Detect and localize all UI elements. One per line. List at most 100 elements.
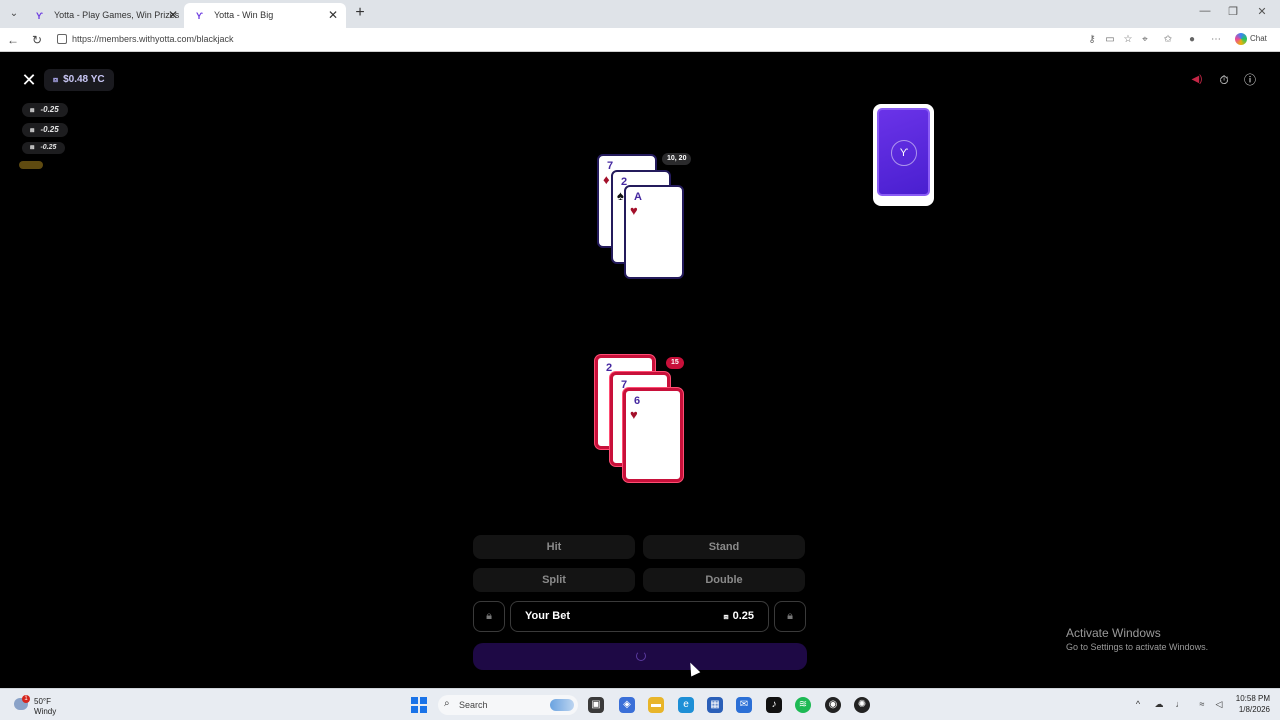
history-value: -0.25 <box>40 144 57 151</box>
search-icon: ⌕ <box>444 698 450 709</box>
tab-title: Yotta - Win Big <box>214 10 274 20</box>
history-entry: ⧈ -0.25 <box>22 103 68 117</box>
browser-tab-yotta-win-big[interactable]: ϒ Yotta - Win Big ✕ <box>184 3 346 28</box>
card-deck: ϒ <box>873 104 934 206</box>
site-info-icon[interactable] <box>57 34 67 44</box>
bet-increase-lock-icon[interactable]: 🔒︎ <box>774 601 806 632</box>
address-bar: ← ↻ https://members.withyotta.com/blackj… <box>0 28 1280 52</box>
search-highlight-icon <box>550 699 574 711</box>
notification-badge: 1 <box>22 695 30 703</box>
double-button[interactable]: Double <box>643 568 805 592</box>
speaker-muted-icon[interactable]: ◀) <box>1188 71 1206 89</box>
copilot-chat-button[interactable]: Chat <box>1235 33 1275 47</box>
split-button[interactable]: Split <box>473 568 635 592</box>
card-rank: A <box>634 191 642 203</box>
browser-tab-yotta-prizes[interactable]: ϒ Yotta - Play Games, Win Prizes ✕ <box>24 3 186 28</box>
tab-close-icon[interactable]: ✕ <box>326 8 340 22</box>
info-icon[interactable]: ⓘ <box>1241 71 1259 89</box>
bet-label: Your Bet <box>525 610 571 622</box>
diamond-suit-icon: ♦ <box>603 172 610 187</box>
game-app-icon[interactable]: ◉ <box>825 697 841 713</box>
tiktok-icon[interactable]: ♪ <box>766 697 782 713</box>
profile-icon[interactable]: ● <box>1185 33 1199 47</box>
weather-widget[interactable]: 1 50°F Windy <box>12 694 72 716</box>
card-rank: 6 <box>634 395 641 407</box>
timer-icon[interactable]: ⏱ <box>1215 71 1233 89</box>
location-icon[interactable]: ⌖ <box>1138 33 1152 47</box>
microphone-icon[interactable]: ♩ <box>1174 699 1186 709</box>
history-entry: ⧈ -0.25 <box>22 142 66 154</box>
heart-suit-icon: ♥ <box>630 407 638 422</box>
heart-suit-icon: ♥ <box>630 203 638 218</box>
new-tab-button[interactable]: + <box>352 5 368 21</box>
bet-amount-field[interactable]: Your Bet ⧈ 0.25 <box>510 601 769 632</box>
edge-browser-icon[interactable]: e <box>678 697 694 713</box>
card-rank: 7 <box>607 160 614 172</box>
yc-coin-icon: ⧈ <box>53 75 59 84</box>
taskbar-search-box[interactable]: ⌕ Search <box>438 695 578 715</box>
tab-close-icon[interactable]: ✕ <box>166 8 180 22</box>
history-value: -0.25 <box>40 125 59 134</box>
browser-tab-strip: ⌄ ϒ Yotta - Play Games, Win Prizes ✕ ϒ Y… <box>0 0 1280 28</box>
wifi-icon[interactable]: ≈ <box>1196 699 1208 709</box>
windows-start-icon[interactable] <box>411 697 427 713</box>
activate-windows-watermark: Activate Windows Go to Settings to activ… <box>1066 626 1208 652</box>
copilot-app-icon[interactable]: ◈ <box>619 697 635 713</box>
tray-overflow-icon[interactable]: ^ <box>1132 699 1144 709</box>
reader-icon[interactable]: ▭ <box>1103 33 1117 47</box>
system-clock[interactable]: 10:58 PM 1/8/2026 <box>1230 693 1270 715</box>
spotify-icon[interactable]: ≋ <box>795 697 811 713</box>
hit-button[interactable]: Hit <box>473 535 635 559</box>
history-value: -0.25 <box>40 105 59 114</box>
player-card: 6 ♥ <box>623 388 683 482</box>
store-icon[interactable]: ▦ <box>707 697 723 713</box>
yotta-logo-icon: ϒ <box>891 140 917 166</box>
chatgpt-icon[interactable]: ✺ <box>854 697 870 713</box>
yotta-favicon-icon: ϒ <box>36 11 43 21</box>
key-icon[interactable]: ⚷ <box>1085 33 1099 47</box>
loading-spinner-icon <box>636 651 646 661</box>
yotta-favicon-icon: ϒ <box>196 11 203 21</box>
player-score-badge: 15 <box>666 357 684 369</box>
balance-badge: ⧈ $0.48 YC <box>44 69 114 91</box>
stand-button[interactable]: Stand <box>643 535 805 559</box>
tab-actions-menu-icon[interactable]: ⌄ <box>6 6 22 22</box>
copilot-icon <box>1235 33 1247 45</box>
url-field[interactable]: https://members.withyotta.com/blackjack <box>72 34 234 44</box>
weather-condition: Windy <box>34 707 57 716</box>
yc-coin-icon: ⧈ <box>30 127 35 134</box>
dealer-score-badge: 10, 20 <box>662 153 692 165</box>
outlook-icon[interactable]: ✉ <box>736 697 752 713</box>
favorites-icon[interactable]: ✩ <box>1161 33 1175 47</box>
yc-coin-icon: ⧈ <box>30 144 35 151</box>
file-explorer-icon[interactable]: ▬ <box>648 697 664 713</box>
spade-suit-icon: ♠ <box>617 188 624 203</box>
dealer-card: A ♥ <box>624 185 684 279</box>
card-back: ϒ <box>877 108 930 196</box>
restore-icon[interactable]: ❐ <box>1226 5 1240 18</box>
clock-date: 1/8/2026 <box>1238 705 1270 714</box>
refresh-icon[interactable]: ↻ <box>29 32 45 48</box>
clock-time: 10:58 PM <box>1235 694 1270 703</box>
volume-icon[interactable]: ◁ <box>1213 699 1225 710</box>
bet-value: ⧈ 0.25 <box>723 610 754 622</box>
bet-decrease-lock-icon[interactable]: 🔒︎ <box>473 601 505 632</box>
watermark-subtitle: Go to Settings to activate Windows. <box>1066 642 1209 652</box>
window-close-icon[interactable]: ✕ <box>1255 5 1269 18</box>
tab-title: Yotta - Play Games, Win Prizes <box>54 10 180 20</box>
task-view-icon[interactable]: ▣ <box>588 697 604 713</box>
bet-amount: 0.25 <box>732 610 754 622</box>
star-icon[interactable]: ☆ <box>1121 33 1135 47</box>
more-menu-icon[interactable]: ⋯ <box>1209 33 1223 47</box>
history-entry: ⧈ -0.25 <box>22 123 68 137</box>
history-fade-pill <box>19 161 43 169</box>
yc-coin-icon: ⧈ <box>723 612 729 621</box>
copilot-label: Chat <box>1250 34 1267 44</box>
close-icon[interactable]: ✕ <box>20 71 38 89</box>
onedrive-icon[interactable]: ☁ <box>1153 699 1165 710</box>
weather-temp: 50°F <box>34 697 51 706</box>
minimize-icon[interactable]: — <box>1198 5 1212 17</box>
yc-coin-icon: ⧈ <box>30 107 35 114</box>
watermark-title: Activate Windows <box>1066 626 1161 640</box>
back-arrow-icon[interactable]: ← <box>5 32 21 48</box>
